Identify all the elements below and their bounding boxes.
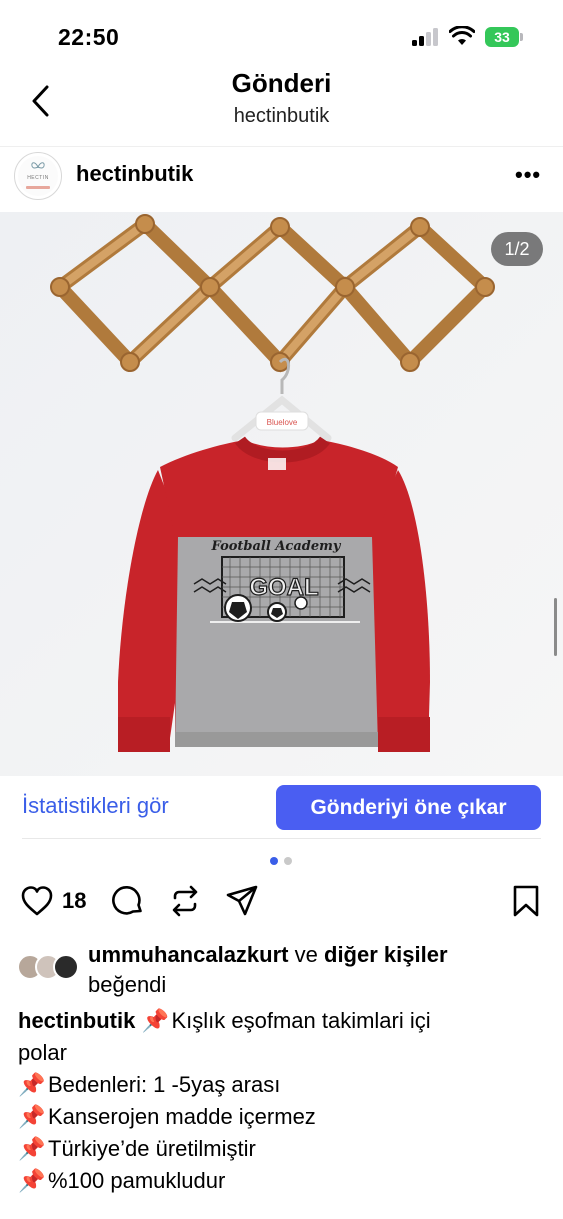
- caption-line: 📌 Kanserojen madde içermez: [18, 1101, 548, 1133]
- repost-icon[interactable]: [168, 884, 202, 918]
- page-subtitle: hectinbutik: [233, 105, 330, 127]
- caption-line-text: Bedenleri: 1 -5yaş arası: [48, 1072, 281, 1097]
- caption-line-text: Kanserojen madde içermez: [48, 1104, 316, 1129]
- battery-level: 33: [485, 27, 519, 47]
- post-caption: hectinbutik 📌 Kışlık eşofman takimlari iç…: [18, 1005, 548, 1197]
- view-insights-button[interactable]: İstatistikleri gör: [22, 793, 169, 819]
- liker-username[interactable]: ummuhancalazkurt: [88, 942, 289, 967]
- liked-by-text: ummuhancalazkurt ve diğer kişiler beğend…: [88, 940, 548, 1000]
- liker-avatars: [17, 954, 83, 980]
- cellular-signal-icon: [412, 28, 440, 46]
- pin-icon: 📌: [18, 1104, 46, 1129]
- status-time: 22:50: [58, 24, 120, 50]
- print-title-text: Football Academy: [211, 539, 342, 554]
- image-counter-badge: 1/2: [491, 232, 543, 266]
- avatar[interactable]: HECTIN: [14, 152, 62, 200]
- post-image[interactable]: Bluelove Football Academy GOAL 1/2: [0, 212, 563, 776]
- pin-icon: 📌: [18, 1136, 46, 1161]
- page-title: Gönderi: [231, 68, 332, 98]
- caption-author[interactable]: hectinbutik: [18, 1008, 135, 1033]
- caption-first-line: hectinbutik 📌 Kışlık eşofman takimlari iç…: [18, 1005, 548, 1037]
- liked-by-row[interactable]: ummuhancalazkurt ve diğer kişiler beğend…: [0, 940, 563, 1000]
- caption-line-text: Türkiye’de üretilmiştir: [48, 1136, 256, 1161]
- liked-by-connector: ve: [294, 942, 318, 967]
- post-actions-row: 18: [0, 880, 563, 924]
- caption-line-text: %100 pamukludur: [48, 1168, 226, 1193]
- divider: [22, 838, 541, 839]
- wifi-icon: [449, 26, 475, 45]
- pin-icon: 📌: [18, 1072, 46, 1097]
- save-bookmark-icon[interactable]: [509, 884, 543, 918]
- boost-post-button[interactable]: Gönderiyi öne çıkar: [276, 785, 541, 830]
- avatar: [53, 954, 79, 980]
- like-count[interactable]: 18: [62, 888, 86, 914]
- hanger-tag-text: Bluelove: [267, 418, 298, 427]
- heart-icon[interactable]: [20, 884, 54, 918]
- liked-by-others[interactable]: diğer kişiler: [324, 942, 448, 967]
- carousel-dots: [270, 857, 294, 865]
- share-icon[interactable]: [225, 884, 259, 918]
- battery-icon: 33: [485, 27, 523, 47]
- more-options-button[interactable]: •••: [515, 163, 543, 187]
- caption-line: 📌 Türkiye’de üretilmiştir: [18, 1133, 548, 1165]
- post-header: HECTIN hectinbutik •••: [0, 146, 563, 210]
- caption-text: Kışlık eşofman takimlari içi: [171, 1008, 431, 1033]
- caption-line: 📌 Bedenleri: 1 -5yaş arası: [18, 1069, 548, 1101]
- pin-icon: 📌: [141, 1008, 169, 1033]
- pin-icon: 📌: [18, 1168, 46, 1193]
- avatar-logo-text: HECTIN: [27, 175, 49, 181]
- carousel-dot: [284, 857, 292, 865]
- scroll-indicator[interactable]: [554, 598, 557, 656]
- caption-line: 📌 %100 pamukludur: [18, 1165, 548, 1197]
- caption-text: polar: [18, 1040, 67, 1065]
- liked-by-suffix: beğendi: [88, 972, 167, 997]
- butterfly-logo-icon: [31, 162, 45, 169]
- post-username[interactable]: hectinbutik: [76, 161, 193, 187]
- status-bar: 22:50 33: [0, 0, 563, 70]
- comment-icon[interactable]: [111, 884, 145, 918]
- nav-header: Gönderi hectinbutik: [0, 65, 563, 145]
- owner-actions-bar: İstatistikleri gör Gönderiyi öne çıkar: [0, 777, 563, 839]
- product-photo: Bluelove Football Academy GOAL: [0, 212, 563, 776]
- print-word-text: GOAL: [249, 574, 318, 601]
- carousel-dot-active: [270, 857, 278, 865]
